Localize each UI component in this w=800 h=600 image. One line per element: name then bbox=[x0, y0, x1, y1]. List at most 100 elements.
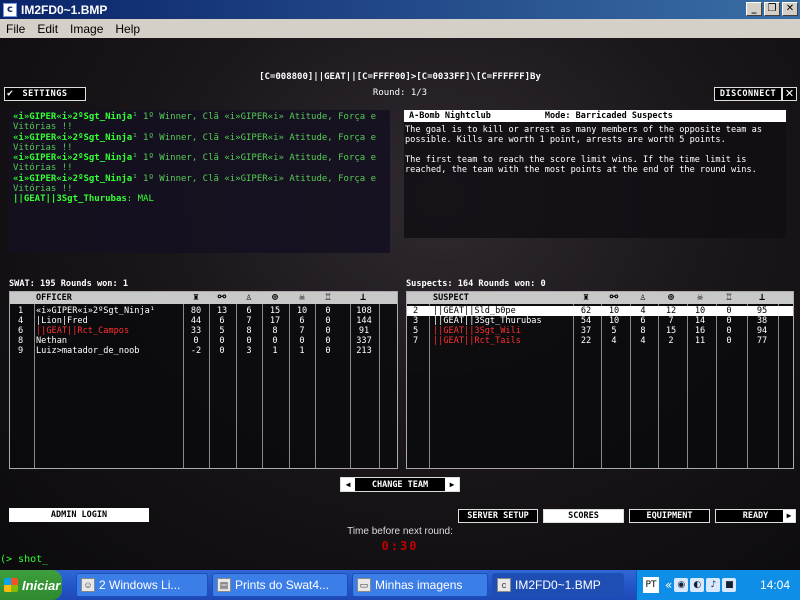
kneel-icon: ♙ bbox=[639, 292, 647, 303]
player-stat: 0 bbox=[726, 336, 732, 346]
menu-help[interactable]: Help bbox=[109, 22, 146, 36]
player-rank: 2 bbox=[413, 306, 419, 316]
player-stat: 213 bbox=[356, 346, 372, 356]
next-round-label: Time before next round: bbox=[347, 526, 453, 537]
app-icon: c bbox=[3, 2, 17, 17]
player-stat: 1 bbox=[299, 346, 305, 356]
player-stat: 0 bbox=[325, 336, 331, 346]
network-icon[interactable]: ◉ bbox=[674, 578, 689, 592]
player-stat: 0 bbox=[325, 316, 331, 326]
close-hud-icon[interactable]: ✕ bbox=[782, 87, 797, 101]
server-setup-button[interactable]: SERVER SETUP bbox=[458, 509, 538, 523]
chat-line: «i»GIPER«i»2ºSgt_Ninja¹ 1º Winner, Clã «… bbox=[13, 132, 377, 153]
player-stat: 0 bbox=[726, 326, 732, 336]
player-stat: 62 bbox=[580, 306, 592, 316]
taskbar-item-messenger[interactable]: ☺ 2 Windows Li... bbox=[76, 573, 208, 597]
player-stat: 17 bbox=[269, 316, 281, 326]
settings-button[interactable]: ✔ SETTINGS bbox=[4, 87, 86, 101]
player-name: |Lion|Fred bbox=[36, 316, 88, 326]
menu-file[interactable]: File bbox=[0, 22, 31, 36]
table-row[interactable]: 2 ||GEAT||Sld_b0pe 62 10 4 12 10 0 95 bbox=[407, 306, 793, 316]
player-stat: 33 bbox=[190, 326, 202, 336]
player-stat: 22 bbox=[580, 336, 592, 346]
player-rank: 6 bbox=[18, 326, 24, 336]
table-row[interactable]: 7 ||GEAT||Rct_Tails 22 4 4 2 11 0 77 bbox=[407, 336, 793, 346]
taskbar-item-bmp[interactable]: c IM2FD0~1.BMP bbox=[492, 573, 624, 597]
table-row[interactable]: 8 Nethan 0 0 0 0 0 0 337 bbox=[10, 336, 397, 346]
map-info-panel: A-Bomb Nightclub Mode: Barricaded Suspec… bbox=[404, 110, 786, 238]
player-stat: 4 bbox=[640, 306, 646, 316]
table-row[interactable]: 1 «i»GIPER«i»2ºSgt_Ninja¹ 80 13 6 15 10 0 108 bbox=[10, 306, 397, 316]
table-row[interactable]: 4 |Lion|Fred 44 6 7 17 6 0 144 bbox=[10, 316, 397, 326]
table-row[interactable]: 9 Luiz>matador_de_noob -2 0 3 1 1 0 213 bbox=[10, 346, 397, 356]
player-stat: 13 bbox=[216, 306, 228, 316]
crosshair-icon: ⊕ bbox=[271, 292, 279, 303]
cup-icon: ♖ bbox=[324, 292, 332, 303]
language-indicator[interactable]: PT bbox=[643, 577, 659, 593]
chevron-left-icon[interactable]: « bbox=[665, 578, 672, 592]
volume-icon[interactable]: ♪ bbox=[706, 578, 721, 592]
window-titlebar[interactable]: c IM2FD0~1.BMP _ ❐ ✕ bbox=[0, 0, 800, 19]
messenger-icon: ☺ bbox=[81, 578, 95, 592]
arrow-right-icon[interactable]: ▶ bbox=[444, 478, 459, 491]
player-stat: 15 bbox=[665, 326, 677, 336]
taskbar-item-images[interactable]: ▭ Minhas imagens bbox=[352, 573, 488, 597]
player-rank: 7 bbox=[413, 336, 419, 346]
map-description: The goal is to kill or arrest as many me… bbox=[405, 125, 762, 145]
arrow-right-icon: ▶ bbox=[783, 510, 795, 522]
player-stat: 10 bbox=[296, 306, 308, 316]
player-stat: 6 bbox=[640, 316, 646, 326]
crosshair-icon: ⊕ bbox=[667, 292, 675, 303]
player-stat: 15 bbox=[269, 306, 281, 316]
player-stat: 0 bbox=[246, 336, 252, 346]
skull-icon: ☠ bbox=[696, 292, 704, 303]
server-name-line: [C=008800]||GEAT||[C=FFFF00]>[C=0033FF]\… bbox=[259, 72, 541, 82]
close-button[interactable]: ✕ bbox=[782, 2, 798, 16]
skull-icon: ☠ bbox=[298, 292, 306, 303]
player-rank: 9 bbox=[18, 346, 24, 356]
taskbar-item-prints[interactable]: ▤ Prints do Swat4... bbox=[212, 573, 348, 597]
display-icon[interactable]: ■ bbox=[722, 578, 737, 592]
chat-line: «i»GIPER«i»2ºSgt_Ninja¹ 1º Winner, Clã «… bbox=[13, 153, 377, 174]
change-team-button[interactable]: ◀ CHANGE TEAM ▶ bbox=[340, 477, 460, 492]
player-stat: 0 bbox=[325, 346, 331, 356]
round-timer: 0:30 bbox=[381, 539, 419, 553]
maximize-button[interactable]: ❐ bbox=[764, 2, 780, 16]
cup-icon: ♖ bbox=[725, 292, 733, 303]
player-stat: 0 bbox=[325, 306, 331, 316]
start-button[interactable]: Iniciar bbox=[0, 570, 62, 600]
minimize-button[interactable]: _ bbox=[746, 2, 762, 16]
menu-edit[interactable]: Edit bbox=[31, 22, 64, 36]
ping-icon: ⊥ bbox=[758, 292, 766, 303]
admin-login-button[interactable]: ADMIN LOGIN bbox=[9, 508, 149, 522]
chat-line: «i»GIPER«i»2ºSgt_Ninja¹ 1º Winner, Clã «… bbox=[13, 173, 377, 195]
player-name: Luiz>matador_de_noob bbox=[36, 346, 140, 356]
officer-column-header: OFFICER bbox=[36, 293, 72, 303]
player-stat: 91 bbox=[358, 326, 370, 336]
player-stat: 10 bbox=[608, 306, 620, 316]
player-stat: 94 bbox=[756, 326, 768, 336]
player-stat: 4 bbox=[640, 336, 646, 346]
security-icon[interactable]: ◐ bbox=[690, 578, 705, 592]
table-row[interactable]: 3 ||GEAT||3Sgt_Thurubas 54 10 6 7 14 0 38 bbox=[407, 316, 793, 326]
menu-image[interactable]: Image bbox=[64, 22, 109, 36]
player-stat: 0 bbox=[219, 346, 225, 356]
ready-button[interactable]: READY ▶ bbox=[715, 509, 796, 523]
player-rank: 5 bbox=[413, 326, 419, 336]
player-rank: 1 bbox=[18, 306, 24, 316]
map-description: The first team to reach the score limit … bbox=[405, 155, 757, 175]
trophy-icon: ♜ bbox=[582, 292, 590, 303]
player-rank: 3 bbox=[413, 316, 419, 326]
equipment-button[interactable]: EQUIPMENT bbox=[629, 509, 710, 523]
table-row[interactable]: 6 ||GEAT||Rct_Campos 33 5 8 8 7 0 91 bbox=[10, 326, 397, 336]
handcuffs-icon: ⚯ bbox=[609, 292, 619, 303]
console-input[interactable]: (> shot_ bbox=[0, 554, 48, 565]
table-row[interactable]: 5 ||GEAT||3Sgt_Wili 37 5 8 15 16 0 94 bbox=[407, 326, 793, 336]
scores-button[interactable]: SCORES bbox=[543, 509, 624, 523]
suspects-scoreboard: SUSPECT ♜ ⚯ ♙ ⊕ ☠ ♖ ⊥ 2 ||GEAT||Sld_b0pe 6… bbox=[406, 291, 794, 469]
arrow-left-icon[interactable]: ◀ bbox=[341, 478, 355, 491]
player-name: ||GEAT||3Sgt_Thurubas bbox=[433, 316, 542, 326]
disconnect-button[interactable]: DISCONNECT bbox=[714, 87, 782, 101]
window-title: IM2FD0~1.BMP bbox=[21, 2, 108, 17]
folder-icon: ▭ bbox=[357, 578, 371, 592]
